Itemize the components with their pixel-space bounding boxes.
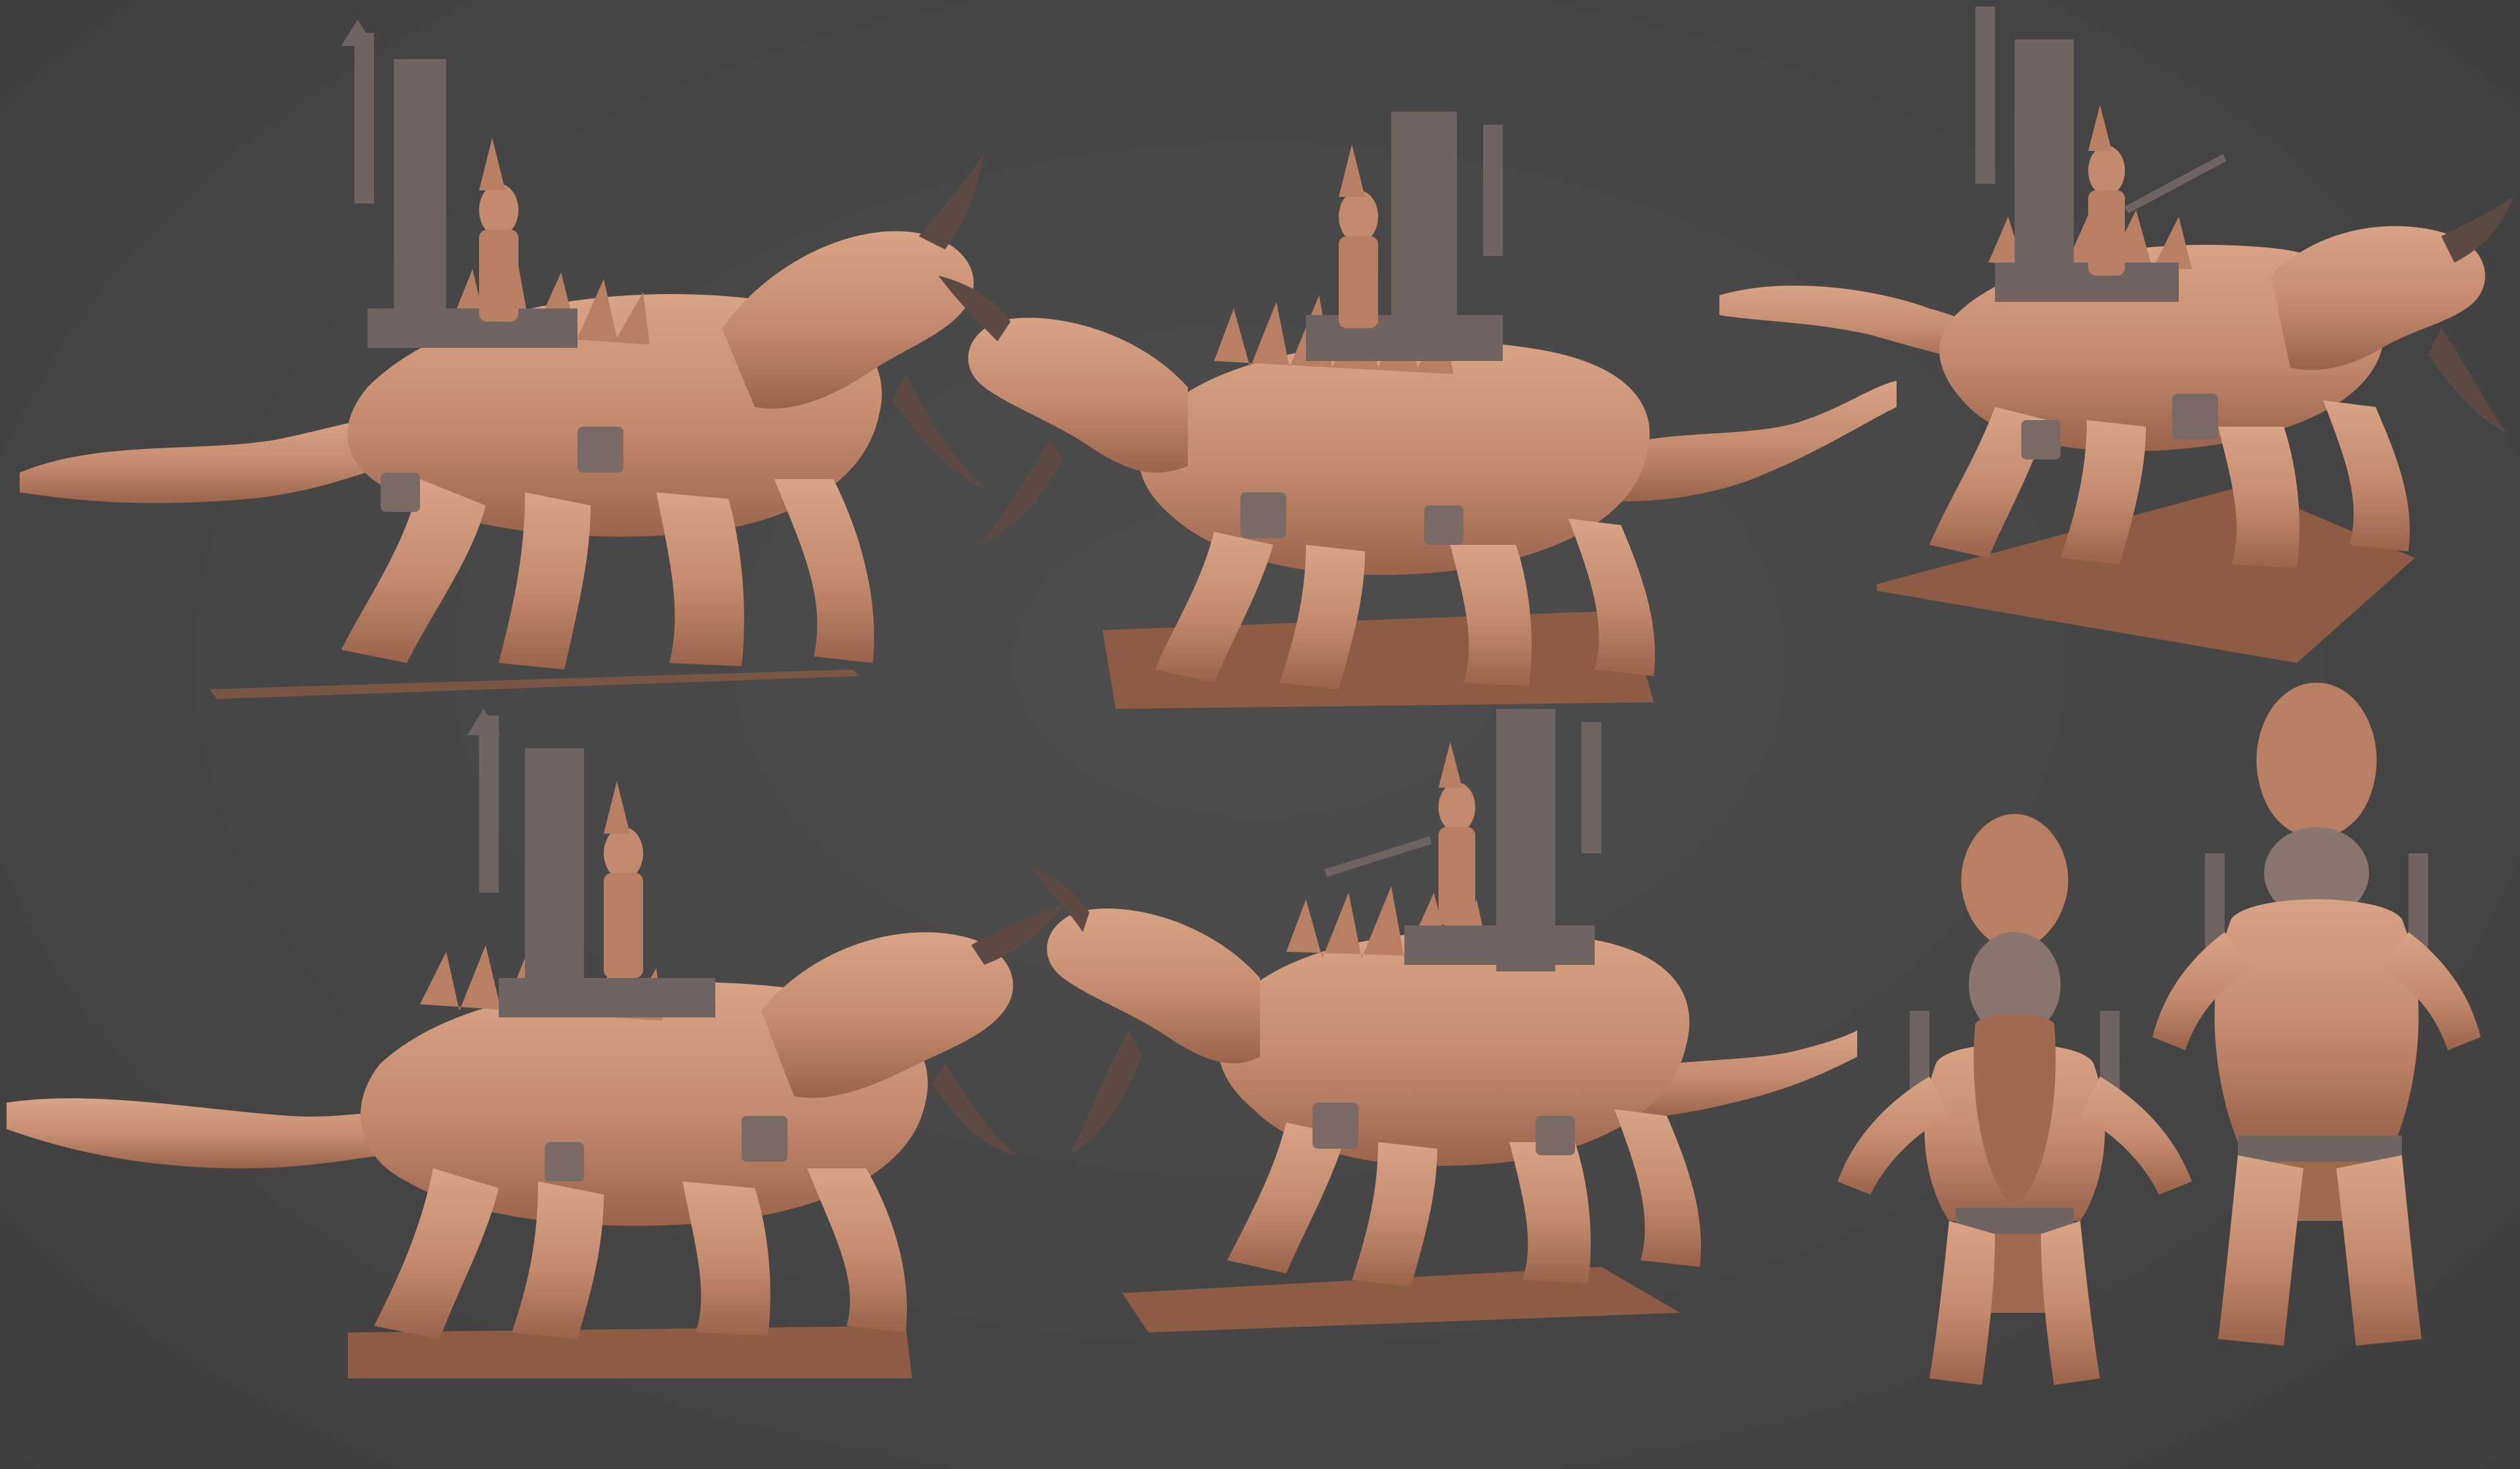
dwarf-rider-back-silhouette bbox=[2152, 683, 2481, 1346]
view-rider-back bbox=[2152, 683, 2520, 1392]
dragon-mount-silhouette bbox=[1719, 7, 2513, 663]
view-mount-left-1 bbox=[0, 20, 1024, 715]
dragon-mount-silhouette bbox=[1030, 709, 1857, 1332]
viewport-canvas bbox=[0, 0, 2520, 1469]
view-mount-center-2 bbox=[1030, 709, 1864, 1365]
view-rider-front bbox=[1831, 814, 2198, 1405]
dwarf-rider-front-silhouette bbox=[1838, 814, 2192, 1385]
dragon-mount-silhouette bbox=[20, 20, 991, 699]
dragon-mount-silhouette bbox=[7, 709, 1063, 1378]
view-mount-right-1 bbox=[1706, 0, 2520, 683]
view-mount-left-2 bbox=[0, 696, 1076, 1392]
